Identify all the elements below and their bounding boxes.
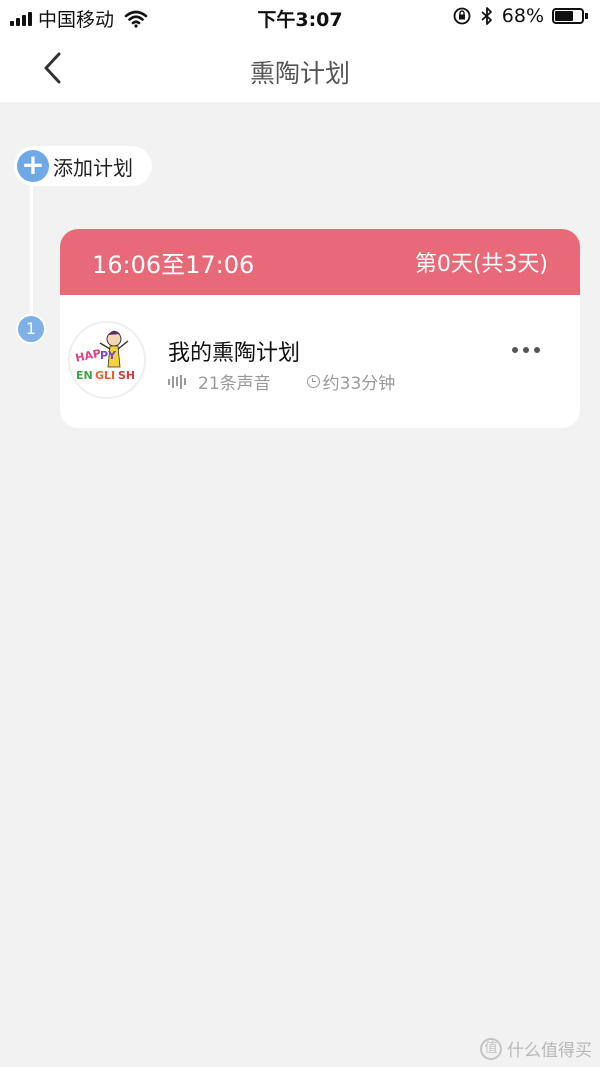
bluetooth-icon <box>481 7 492 25</box>
plan-meta: 21条声音 约33分钟 <box>168 369 395 394</box>
more-options-button[interactable] <box>512 347 540 353</box>
watermark-logo-icon: 值 <box>480 1037 502 1060</box>
watermark-text: 什么值得买 <box>507 1041 592 1061</box>
step-badge: 1 <box>16 314 46 344</box>
card-header: 16:06至17:06 第0天(共3天) <box>60 229 580 295</box>
timeline-line <box>30 186 33 314</box>
nav-bar: 熏陶计划 <box>0 34 600 102</box>
time-range: 16:06至17:06 <box>92 250 255 279</box>
clock-icon <box>306 375 320 388</box>
svg-text:PY: PY <box>100 349 117 362</box>
add-plan-button[interactable]: + 添加计划 <box>14 146 152 186</box>
svg-text:EN: EN <box>76 369 93 382</box>
plan-name: 我的熏陶计划 <box>168 341 301 366</box>
battery-icon <box>552 8 588 24</box>
status-bar: 中国移动 下午3:07 68% <box>0 0 600 34</box>
sound-count: 21条声音 <box>198 374 271 394</box>
svg-text:SH: SH <box>118 369 135 382</box>
svg-text:GLI: GLI <box>95 369 115 382</box>
page-title: 熏陶计划 <box>249 59 350 88</box>
plan-duration: 约33分钟 <box>322 374 396 394</box>
orientation-lock-icon <box>453 7 471 25</box>
watermark: 值 什么值得买 <box>480 1036 592 1061</box>
card-body: HAP PY EN GLI SH 我的熏陶计划 21条声音 约33分钟 <box>60 295 580 428</box>
plus-icon: + <box>17 150 49 182</box>
battery-percent: 68% <box>501 5 544 27</box>
happy-english-logo: HAP PY EN GLI SH <box>74 330 135 382</box>
status-right: 68% <box>452 5 588 27</box>
album-cover: HAP PY EN GLI SH <box>68 321 146 399</box>
svg-text:HAP: HAP <box>74 347 102 365</box>
plan-card[interactable]: 16:06至17:06 第0天(共3天) HAP PY EN GLI SH 我的… <box>60 229 580 428</box>
day-progress: 第0天(共3天) <box>414 252 548 277</box>
screen: 中国移动 下午3:07 68% 熏陶计划 + 添加计划 1 16:06至17:0… <box>0 0 600 1067</box>
sound-wave-icon <box>168 374 186 389</box>
add-plan-label: 添加计划 <box>53 155 133 180</box>
